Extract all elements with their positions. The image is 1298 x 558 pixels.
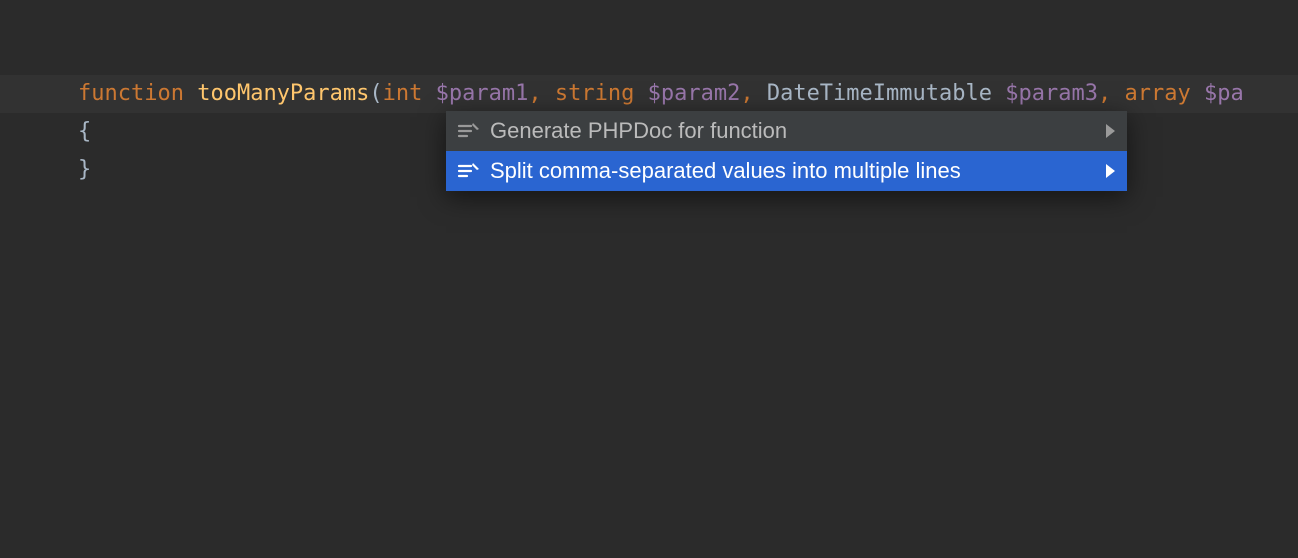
chevron-right-icon: [1106, 164, 1115, 178]
editor-top-gap: [0, 0, 1298, 75]
intention-action-label: Generate PHPDoc for function: [490, 118, 1098, 144]
token-function-name: tooManyParams: [197, 81, 369, 106]
chevron-right-icon: [1106, 124, 1115, 138]
intention-bulb-icon: [456, 159, 480, 183]
token-type: int: [383, 81, 423, 106]
intention-action-generate-phpdoc[interactable]: Generate PHPDoc for function: [446, 111, 1127, 151]
token-comma: ,: [528, 81, 541, 106]
token-variable: $pa: [1204, 81, 1244, 106]
token-comma: ,: [1098, 81, 1111, 106]
token-type: array: [1124, 81, 1190, 106]
token-keyword-function: function: [78, 81, 184, 106]
intention-bulb-icon: [456, 119, 480, 143]
intention-actions-popup: Generate PHPDoc for function Split comma…: [446, 111, 1127, 191]
token-variable: $param3: [1005, 81, 1098, 106]
token-paren-open: (: [369, 81, 382, 106]
token-type: DateTimeImmutable: [767, 81, 992, 106]
code-line-1[interactable]: function tooManyParams(int $param1, stri…: [0, 75, 1298, 113]
token-variable: $param2: [648, 81, 741, 106]
token-type: string: [555, 81, 634, 106]
intention-action-label: Split comma-separated values into multip…: [490, 158, 1098, 184]
token-comma: ,: [740, 81, 753, 106]
token-brace-close: }: [78, 157, 91, 182]
intention-action-split-values[interactable]: Split comma-separated values into multip…: [446, 151, 1127, 191]
token-variable: $param1: [436, 81, 529, 106]
token-brace-open: {: [78, 119, 91, 144]
